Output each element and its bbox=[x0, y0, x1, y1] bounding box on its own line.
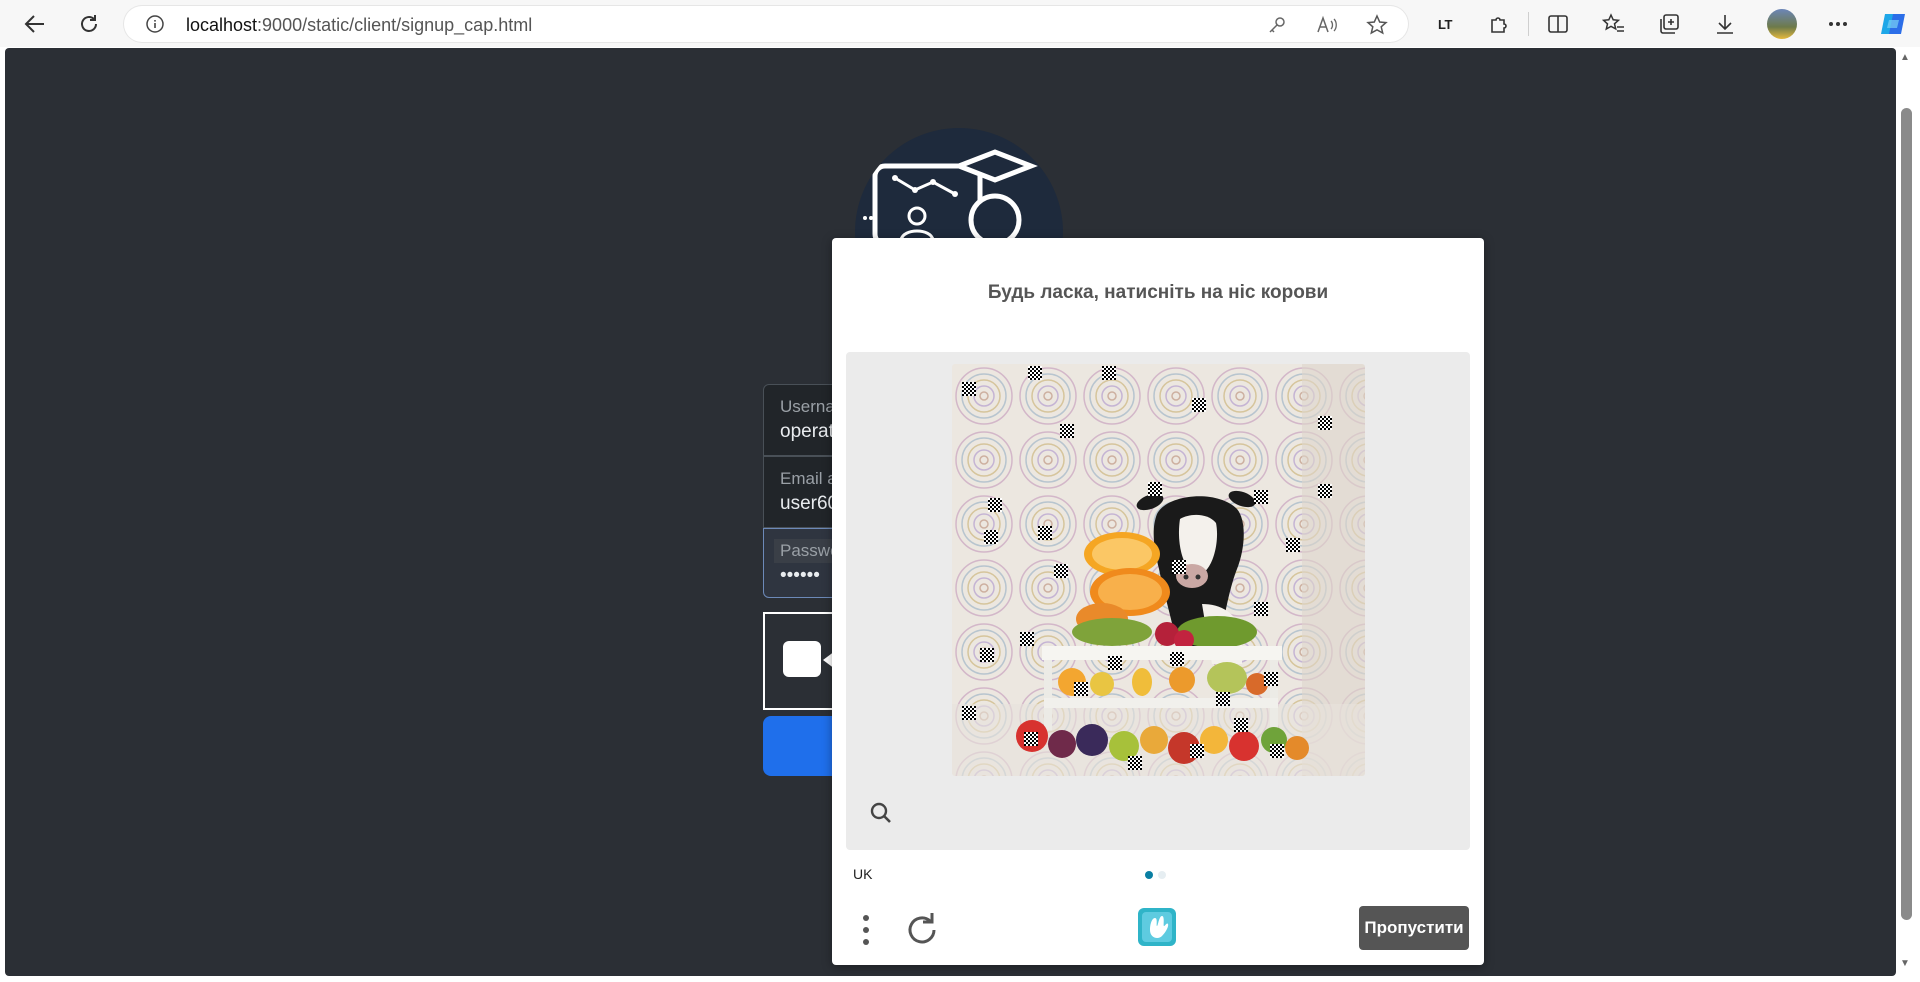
info-icon[interactable] bbox=[146, 15, 164, 33]
challenge-image[interactable] bbox=[952, 364, 1365, 776]
extensions-icon[interactable] bbox=[1484, 9, 1514, 39]
address-bar[interactable]: localhost:9000/static/client/signup_cap.… bbox=[124, 6, 1408, 42]
captcha-modal: Будь ласка, натисніть на ніс корови UK П… bbox=[832, 238, 1484, 965]
hcaptcha-logo-icon[interactable] bbox=[1136, 906, 1178, 948]
favorites-icon[interactable] bbox=[1599, 9, 1629, 39]
copilot-icon[interactable] bbox=[1878, 9, 1908, 39]
read-aloud-icon[interactable] bbox=[1316, 14, 1338, 36]
lt-label: LT bbox=[1438, 16, 1452, 32]
more-icon[interactable] bbox=[1823, 9, 1853, 39]
username-label: Userna bbox=[780, 397, 835, 416]
url-host: localhost bbox=[186, 15, 258, 35]
scroll-up-arrow[interactable]: ▲ bbox=[1900, 52, 1910, 63]
url-path: :9000/static/client/signup_cap.html bbox=[257, 15, 533, 35]
key-icon[interactable] bbox=[1266, 14, 1288, 36]
email-value: user60 bbox=[780, 493, 839, 514]
browser-toolbar: localhost:9000/static/client/signup_cap.… bbox=[0, 0, 1920, 47]
email-label: Email a bbox=[780, 469, 837, 488]
collections-icon[interactable] bbox=[1654, 9, 1684, 39]
favorite-star-icon[interactable] bbox=[1366, 14, 1388, 36]
zoom-icon[interactable] bbox=[868, 800, 894, 826]
reload-icon[interactable] bbox=[73, 8, 105, 40]
refresh-icon[interactable] bbox=[906, 908, 940, 948]
camera-icon bbox=[783, 641, 821, 677]
split-screen-icon[interactable] bbox=[1543, 9, 1573, 39]
profile-avatar[interactable] bbox=[1767, 9, 1797, 39]
language-selector[interactable]: UK bbox=[853, 866, 872, 882]
username-value: operat bbox=[780, 421, 834, 442]
pagination-dot bbox=[1158, 871, 1166, 879]
menu-dots-icon[interactable] bbox=[858, 910, 874, 950]
url-text[interactable]: localhost:9000/static/client/signup_cap.… bbox=[186, 15, 532, 36]
downloads-icon[interactable] bbox=[1710, 9, 1740, 39]
pagination-dot-active bbox=[1145, 871, 1153, 879]
captcha-image-area bbox=[846, 352, 1470, 850]
scroll-down-arrow[interactable]: ▼ bbox=[1900, 958, 1910, 969]
skip-button[interactable]: Пропустити bbox=[1359, 906, 1469, 950]
toolbar-separator bbox=[1528, 12, 1529, 36]
captcha-prompt: Будь ласка, натисніть на ніс корови bbox=[987, 282, 1329, 303]
back-icon[interactable] bbox=[19, 8, 51, 40]
password-value: •••••• bbox=[780, 565, 820, 586]
language-tool-icon[interactable]: LT bbox=[1430, 9, 1460, 39]
scroll-thumb[interactable] bbox=[1901, 108, 1912, 920]
